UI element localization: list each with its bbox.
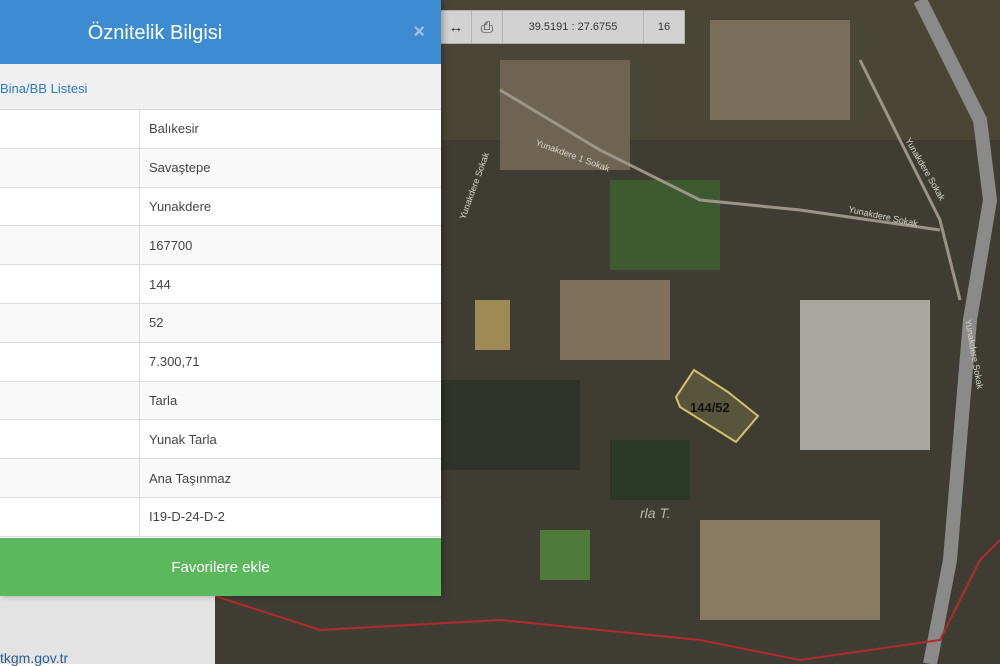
row-key	[0, 420, 140, 459]
row-value: 52	[149, 315, 164, 331]
table-row: I19-D-24-D-2	[0, 497, 441, 537]
row-key	[0, 497, 140, 536]
table-row: 167700	[0, 226, 441, 266]
field-patch	[710, 20, 850, 120]
row-value: Yunakdere	[149, 198, 212, 214]
panel-title: Öznitelik Bilgisi	[87, 22, 223, 44]
table-row: Savaştepe	[0, 148, 441, 188]
add-favorite-button[interactable]: Favorilere ekle	[0, 538, 441, 596]
attribute-panel: Öznitelik Bilgisi × Bina/BB Listesi Balı…	[0, 0, 441, 596]
table-row: Yunakdere	[0, 187, 441, 227]
horizontal-arrows-icon[interactable]: ↔	[441, 11, 472, 43]
table-row: 7.300,71	[0, 342, 441, 382]
row-value: 7.300,71	[149, 354, 200, 370]
row-key	[0, 303, 140, 342]
quarry-area	[800, 300, 930, 450]
close-icon[interactable]: ×	[413, 21, 425, 44]
table-row: 144	[0, 265, 441, 304]
zoom-level: 16	[657, 21, 671, 33]
row-value: Ana Taşınmaz	[149, 470, 232, 486]
row-value: I19-D-24-D-2	[149, 509, 225, 525]
row-key	[0, 381, 140, 420]
attribute-table: Balıkesir Savaştepe Yunakdere 167700 144…	[0, 110, 441, 537]
row-value: Tarla	[149, 392, 178, 408]
row-value: Balıkesir	[149, 121, 199, 137]
table-row: Ana Taşınmaz	[0, 459, 441, 498]
row-key	[0, 226, 140, 265]
table-row: Tarla	[0, 381, 441, 421]
table-row: Yunak Tarla	[0, 420, 441, 460]
table-row: Balıkesir	[0, 110, 441, 149]
area-label: rla T.	[640, 505, 671, 521]
row-key	[0, 148, 140, 187]
row-key	[0, 459, 140, 497]
row-value: 167700	[149, 237, 193, 253]
tree-patch	[610, 440, 690, 500]
panel-subheader: Bina/BB Listesi	[0, 64, 441, 110]
row-value: Yunak Tarla	[149, 431, 217, 447]
field-patch	[610, 180, 720, 270]
building-list-link[interactable]: Bina/BB Listesi	[0, 64, 441, 96]
field-patch	[475, 300, 510, 350]
panel-header: Öznitelik Bilgisi ×	[0, 0, 441, 64]
field-patch	[560, 280, 670, 360]
field-patch	[540, 530, 590, 580]
map-toolbar: ↔ ⎙ 39.5191 : 27.6755 16	[440, 10, 685, 44]
row-value: 144	[149, 276, 171, 292]
row-value: Savaştepe	[149, 160, 211, 176]
coordinates-readout: 39.5191 : 27.6755	[503, 11, 644, 43]
tree-patch	[440, 380, 580, 470]
row-key	[0, 265, 140, 303]
row-key	[0, 187, 140, 226]
row-key	[0, 110, 140, 148]
field-patch	[700, 520, 880, 620]
parcel-label: 144/52	[690, 400, 730, 415]
printer-icon[interactable]: ⎙	[472, 11, 503, 43]
row-key	[0, 342, 140, 381]
table-row: 52	[0, 303, 441, 343]
